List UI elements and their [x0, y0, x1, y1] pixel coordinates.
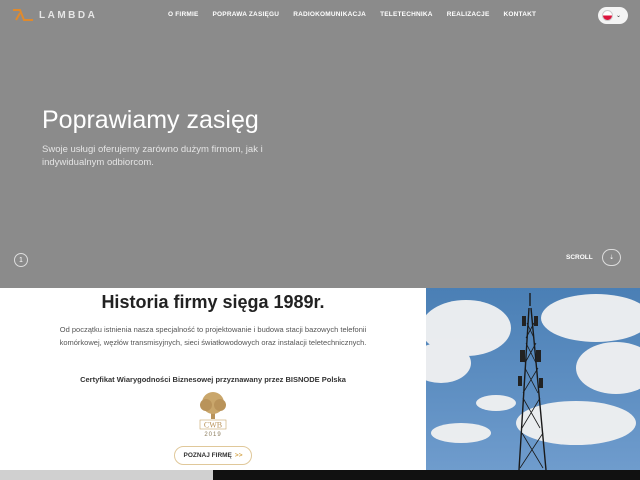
history-section: Historia firmy sięga 1989r. Od początku … — [0, 288, 426, 470]
nav-kontakt[interactable]: KONTAKT — [504, 11, 537, 18]
main-nav: O FIRMIE POPRAWA ZASIĘGU RADIOKOMUNIKACJ… — [168, 11, 536, 18]
cwb-badge-icon: CWB 2019 — [199, 392, 227, 438]
about-company-button[interactable]: POZNAJ FIRMĘ >> — [174, 446, 252, 465]
nav-poprawa-zasiegu[interactable]: POPRAWA ZASIĘGU — [213, 11, 280, 18]
tower-image — [426, 288, 640, 470]
slide-indicator[interactable]: 1 — [14, 253, 28, 267]
nav-radiokomunikacja[interactable]: RADIOKOMUNIKACJA — [293, 11, 366, 18]
nav-o-firmie[interactable]: O FIRMIE — [168, 11, 199, 18]
double-chevron-right-icon: >> — [234, 452, 243, 459]
about-company-label: POZNAJ FIRMĘ — [183, 452, 232, 459]
footer-strip-right — [213, 470, 640, 480]
scroll-down-icon[interactable]: ⇣ — [602, 249, 621, 266]
logo[interactable]: LAMBDA — [12, 8, 97, 22]
footer-strip-left — [0, 470, 213, 480]
language-selector[interactable]: ⌄ — [598, 7, 628, 24]
hero-subtitle: Swoje usługi oferujemy zarówno dużym fir… — [42, 144, 263, 168]
badge-year: 2019 — [204, 432, 221, 438]
badge-text: CWB — [204, 421, 222, 430]
hero-section: LAMBDA O FIRMIE POPRAWA ZASIĘGU RADIOKOM… — [0, 0, 640, 288]
history-text: Od początku istnienia nasza specjalność … — [59, 325, 367, 347]
tower-photo — [426, 288, 640, 470]
history-title: Historia firmy sięga 1989r. — [101, 292, 325, 312]
nav-realizacje[interactable]: REALIZACJE — [447, 11, 490, 18]
hero-title: Poprawiamy zasięg — [42, 106, 259, 134]
logo-text: LAMBDA — [39, 9, 98, 21]
chevron-down-icon: ⌄ — [616, 13, 622, 19]
scroll-label: SCROLL — [566, 254, 593, 261]
certificate-text: Certyfikat Wiarygodności Biznesowej przy… — [80, 375, 346, 384]
nav-teletechnika[interactable]: TELETECHNIKA — [380, 11, 433, 18]
logo-mark-icon — [13, 9, 33, 21]
poland-flag-icon — [602, 10, 613, 21]
